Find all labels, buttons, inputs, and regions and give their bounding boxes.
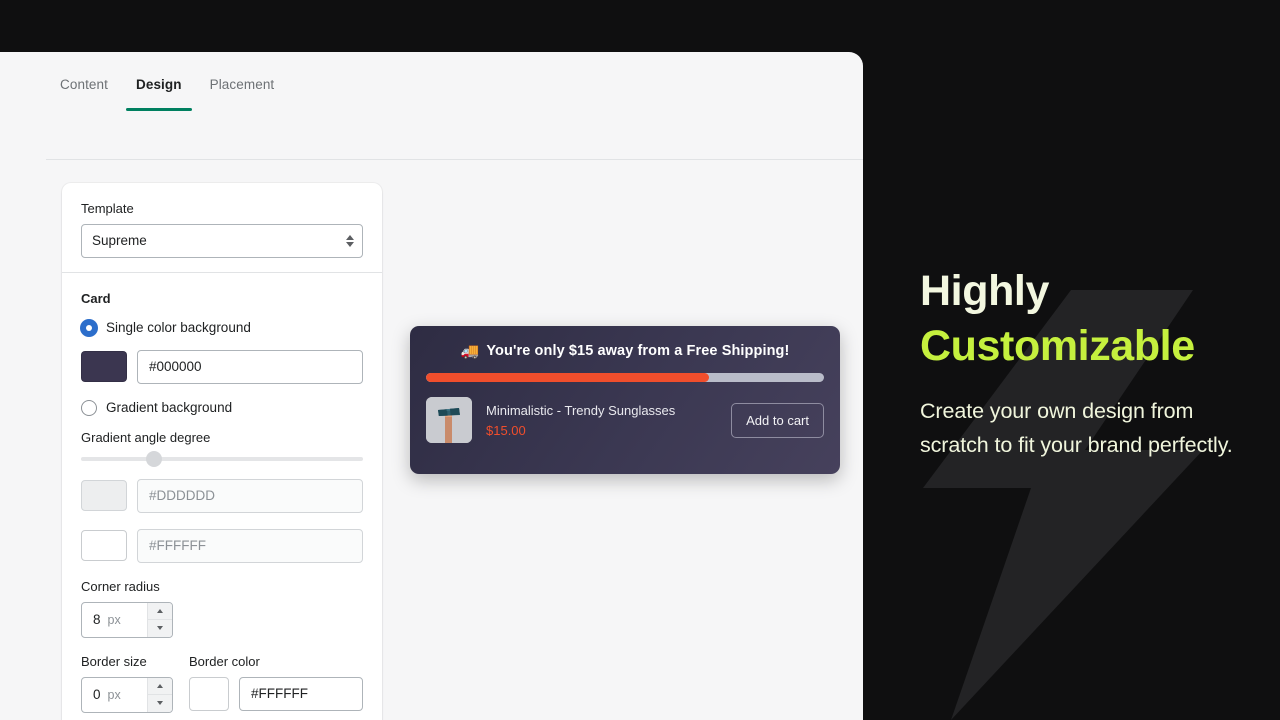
- add-to-cart-button[interactable]: Add to cart: [731, 402, 824, 438]
- border-size-value: 0: [93, 687, 101, 703]
- stepper-down-icon[interactable]: [147, 695, 172, 712]
- color-hex-input[interactable]: #000000: [137, 349, 363, 384]
- promo-heading-line2: Customizable: [920, 321, 1195, 370]
- border-size-unit: px: [107, 687, 121, 702]
- gradient-radio[interactable]: [81, 399, 97, 416]
- tab-design[interactable]: Design: [122, 68, 196, 110]
- border-color-field: Border color #FFFFFF: [189, 654, 363, 711]
- gradient-angle-field: Gradient angle degree: [81, 429, 363, 467]
- single-color-radio[interactable]: [81, 319, 97, 336]
- template-section: Template Supreme: [62, 183, 382, 272]
- product-price: $15.00: [486, 422, 526, 438]
- corner-radius-field: Corner radius 8 px: [81, 579, 363, 638]
- gradient-stop-1-row: #DDDDDD: [81, 478, 363, 513]
- gradient-stop-2-input[interactable]: #FFFFFF: [137, 528, 363, 563]
- product-name: Minimalistic - Trendy Sunglasses: [486, 403, 676, 419]
- promo-heading: Highly Customizable: [920, 264, 1260, 373]
- single-color-radio-row[interactable]: Single color background: [81, 319, 363, 336]
- truck-icon: 🚚: [460, 342, 480, 360]
- single-color-label: Single color background: [106, 320, 251, 336]
- corner-radius-label: Corner radius: [81, 578, 160, 594]
- gradient-stop-1-input[interactable]: #DDDDDD: [137, 478, 363, 513]
- promo-panel: Highly Customizable Create your own desi…: [863, 0, 1280, 720]
- border-color-input[interactable]: #FFFFFF: [239, 676, 363, 711]
- preview-headline: You're only $15 away from a Free Shippin…: [486, 343, 790, 359]
- preview-product-row: Minimalistic - Trendy Sunglasses $15.00 …: [426, 397, 824, 443]
- stepper-up-icon[interactable]: [147, 677, 172, 696]
- slider-thumb[interactable]: [146, 450, 163, 467]
- preview-headline-row: 🚚 You're only $15 away from a Free Shipp…: [426, 343, 824, 359]
- border-color-swatch[interactable]: [189, 676, 229, 711]
- border-row: Border size 0 px Border color #FFFFFF: [81, 654, 363, 713]
- tab-bar: Content Design Placement: [46, 68, 863, 119]
- tab-bar-divider: [46, 159, 863, 160]
- gradient-stop-2-swatch[interactable]: [81, 530, 127, 562]
- corner-radius-unit: px: [107, 612, 121, 627]
- gradient-stop-2-row: #FFFFFF: [81, 528, 363, 563]
- gradient-radio-row[interactable]: Gradient background: [81, 399, 363, 416]
- promo-subtext: Create your own design from scratch to f…: [920, 399, 1233, 457]
- border-size-value-wrap[interactable]: 0 px: [82, 678, 146, 712]
- stepper-up-icon[interactable]: [147, 602, 172, 621]
- design-settings-card: Template Supreme Card Single color backg…: [62, 183, 382, 720]
- progress-bar-fill: [426, 373, 709, 382]
- progress-bar: [426, 373, 824, 382]
- color-swatch[interactable]: [81, 351, 127, 383]
- stepper-down-icon[interactable]: [147, 620, 172, 637]
- gradient-stop-1-swatch[interactable]: [81, 480, 127, 512]
- preview-card: 🚚 You're only $15 away from a Free Shipp…: [410, 326, 840, 474]
- corner-radius-value-wrap[interactable]: 8 px: [82, 603, 146, 637]
- gradient-angle-label: Gradient angle degree: [81, 429, 211, 445]
- border-size-field: Border size 0 px: [81, 654, 173, 713]
- product-texts: Minimalistic - Trendy Sunglasses $15.00: [486, 402, 717, 438]
- border-color-label: Border color: [189, 653, 260, 669]
- template-select-wrap: Supreme: [81, 223, 363, 258]
- border-size-stepper[interactable]: 0 px: [81, 676, 173, 713]
- app-panel: Content Design Placement Template Suprem…: [0, 52, 863, 720]
- promo-heading-line1: Highly: [920, 267, 1049, 315]
- border-size-label: Border size: [81, 653, 147, 669]
- sunglasses-photo: [426, 397, 472, 443]
- tab-content[interactable]: Content: [46, 68, 122, 92]
- card-section-title: Card: [81, 290, 111, 306]
- template-label: Template: [81, 201, 134, 216]
- corner-radius-value: 8: [93, 612, 101, 628]
- border-size-buttons[interactable]: [146, 677, 172, 712]
- gradient-label: Gradient background: [106, 400, 233, 416]
- product-thumbnail: [426, 397, 472, 443]
- corner-radius-buttons[interactable]: [146, 602, 172, 637]
- single-color-row: #000000: [81, 349, 363, 384]
- tab-placement[interactable]: Placement: [196, 68, 289, 92]
- screen: Content Design Placement Template Suprem…: [0, 0, 1280, 720]
- border-color-row: #FFFFFF: [189, 676, 363, 711]
- promo-content: Highly Customizable Create your own desi…: [920, 264, 1260, 462]
- card-section: Card Single color background #000000 Gra…: [62, 273, 382, 720]
- gradient-angle-slider[interactable]: [81, 450, 363, 467]
- corner-radius-stepper[interactable]: 8 px: [81, 601, 173, 638]
- template-select[interactable]: Supreme: [81, 223, 363, 258]
